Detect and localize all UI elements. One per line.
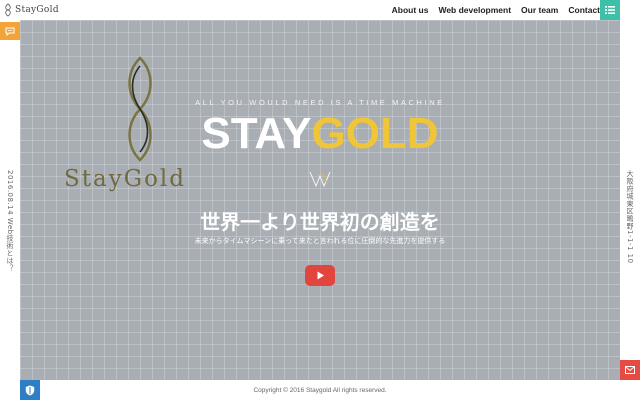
w-divider-icon: [309, 171, 331, 188]
list-icon: [605, 6, 615, 14]
right-vertical-text: 大阪府城東区鴫野1-1-1 10: [626, 170, 634, 264]
hero-title-white: STAY: [201, 109, 312, 158]
left-vertical-text[interactable]: 2016.08.14 Web技術とは？: [5, 170, 15, 272]
chat-icon: [5, 27, 15, 36]
hero-title: STAYGOLD: [20, 109, 620, 159]
site-header: StayGold About us Web development Our te…: [0, 0, 640, 20]
mail-icon: [625, 366, 635, 374]
video-play-button[interactable]: [305, 265, 335, 286]
hero-subtext: 未来からタイムマシーンに乗って来たと言われる位に圧倒的な先進力を提供する: [194, 237, 446, 245]
nav-contact[interactable]: Contact: [568, 5, 600, 15]
hero-headline: 世界一より世界初の創造を: [200, 210, 440, 234]
hero-section: StayGold ALL YOU WOULD NEED IS A TIME MA…: [20, 20, 620, 380]
site-footer: Copyright © 2016 Staygold All rights res…: [40, 380, 600, 400]
play-icon: [317, 271, 324, 280]
left-rail: 2016.08.14 Web技術とは？: [0, 20, 20, 400]
chat-button[interactable]: [0, 22, 20, 40]
hero-title-gold: GOLD: [311, 109, 439, 158]
nav-our-team[interactable]: Our team: [521, 5, 558, 15]
copyright-text: Copyright © 2016 Staygold All rights res…: [253, 386, 387, 394]
security-badge-button[interactable]: [20, 380, 40, 400]
main-nav: About us Web development Our team Contac…: [382, 0, 600, 20]
logo-wordmark: StayGold: [64, 166, 187, 192]
hero-tagline: ALL YOU WOULD NEED IS A TIME MACHINE: [195, 98, 445, 107]
infinity-logo-icon: [5, 3, 11, 17]
shield-icon: [25, 385, 35, 395]
brand-logo[interactable]: StayGold: [4, 3, 59, 17]
nav-about-us[interactable]: About us: [392, 5, 429, 15]
right-rail: 大阪府城東区鴫野1-1-1 10: [620, 20, 640, 400]
brand-text: StayGold: [15, 5, 59, 15]
nav-web-development[interactable]: Web development: [438, 5, 511, 15]
mail-button[interactable]: [620, 360, 640, 380]
menu-button[interactable]: [600, 0, 620, 20]
